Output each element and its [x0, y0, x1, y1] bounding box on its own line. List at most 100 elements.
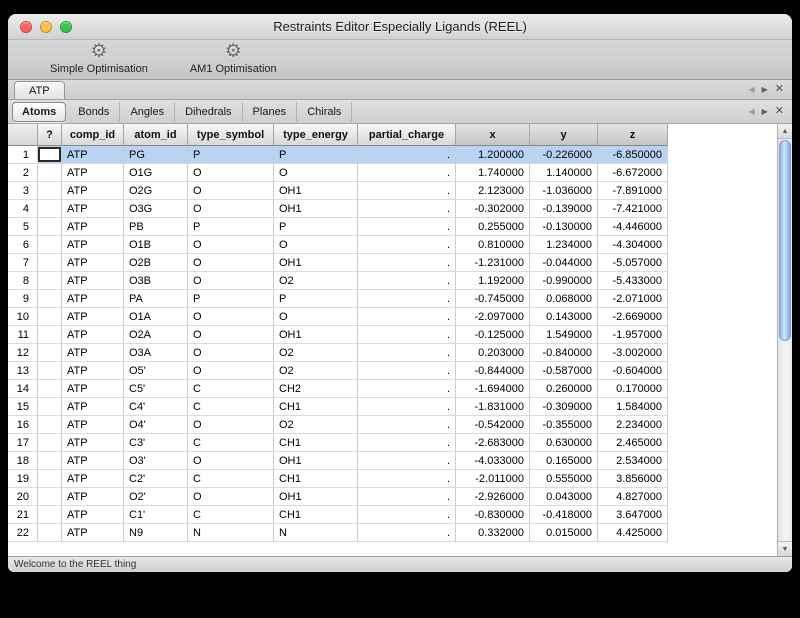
cell-q[interactable] [38, 290, 62, 308]
cell-atom_id[interactable]: C5' [124, 380, 188, 398]
col-header-z[interactable]: z [598, 124, 668, 146]
tab-scroll-right-icon[interactable]: ▶ [762, 107, 768, 116]
close-window-button[interactable] [20, 21, 32, 33]
cell-z[interactable]: 4.425000 [598, 524, 668, 542]
cell-z[interactable]: -2.669000 [598, 308, 668, 326]
cell-q[interactable] [38, 200, 62, 218]
cell-partial_charge[interactable]: . [358, 308, 456, 326]
cell-x[interactable]: -1.831000 [456, 398, 530, 416]
cell-z[interactable]: -7.891000 [598, 182, 668, 200]
scroll-up-button[interactable]: ▲ [778, 124, 792, 139]
cell-z[interactable]: -4.446000 [598, 218, 668, 236]
tab-scroll-left-icon[interactable]: ◀ [748, 107, 754, 116]
cell-z[interactable]: -0.604000 [598, 362, 668, 380]
cell-z[interactable]: -5.057000 [598, 254, 668, 272]
cell-y[interactable]: 0.068000 [530, 290, 598, 308]
cell-x[interactable]: -0.844000 [456, 362, 530, 380]
cell-type_energy[interactable]: O [274, 308, 358, 326]
cell-x[interactable]: -1.694000 [456, 380, 530, 398]
cell-comp_id[interactable]: ATP [62, 380, 124, 398]
cell-atom_id[interactable]: O2B [124, 254, 188, 272]
cell-partial_charge[interactable]: . [358, 470, 456, 488]
cell-z[interactable]: -4.304000 [598, 236, 668, 254]
cell-y[interactable]: -0.355000 [530, 416, 598, 434]
cell-editor[interactable] [38, 147, 61, 162]
cell-partial_charge[interactable]: . [358, 524, 456, 542]
scrollbar-track[interactable] [778, 139, 792, 541]
cell-q[interactable] [38, 236, 62, 254]
cell-y[interactable]: -0.226000 [530, 146, 598, 164]
cell-z[interactable]: 4.827000 [598, 488, 668, 506]
cell-comp_id[interactable]: ATP [62, 236, 124, 254]
cell-x[interactable]: 1.740000 [456, 164, 530, 182]
cell-y[interactable]: -0.130000 [530, 218, 598, 236]
cell-atom_id[interactable]: C3' [124, 434, 188, 452]
cell-z[interactable]: 2.465000 [598, 434, 668, 452]
cell-type_symbol[interactable]: C [188, 434, 274, 452]
cell-comp_id[interactable]: ATP [62, 470, 124, 488]
col-header-type_energy[interactable]: type_energy [274, 124, 358, 146]
cell-x[interactable]: 0.810000 [456, 236, 530, 254]
cell-comp_id[interactable]: ATP [62, 506, 124, 524]
cell-atom_id[interactable]: O4' [124, 416, 188, 434]
cell-comp_id[interactable]: ATP [62, 218, 124, 236]
cell-type_symbol[interactable]: O [188, 416, 274, 434]
cell-partial_charge[interactable]: . [358, 434, 456, 452]
cell-z[interactable]: -7.421000 [598, 200, 668, 218]
cell-y[interactable]: -0.418000 [530, 506, 598, 524]
cell-partial_charge[interactable]: . [358, 326, 456, 344]
tab-angles[interactable]: Angles [120, 102, 175, 122]
tab-atp[interactable]: ATP [14, 81, 65, 99]
cell-y[interactable]: 0.043000 [530, 488, 598, 506]
cell-comp_id[interactable]: ATP [62, 416, 124, 434]
cell-atom_id[interactable]: O2' [124, 488, 188, 506]
cell-atom_id[interactable]: O1A [124, 308, 188, 326]
cell-y[interactable]: 0.015000 [530, 524, 598, 542]
cell-atom_id[interactable]: O2A [124, 326, 188, 344]
cell-z[interactable]: 0.170000 [598, 380, 668, 398]
cell-atom_id[interactable]: C2' [124, 470, 188, 488]
cell-type_energy[interactable]: O2 [274, 416, 358, 434]
cell-q[interactable] [38, 218, 62, 236]
cell-comp_id[interactable]: ATP [62, 164, 124, 182]
cell-atom_id[interactable]: O1G [124, 164, 188, 182]
cell-q[interactable] [38, 362, 62, 380]
cell-atom_id[interactable]: PB [124, 218, 188, 236]
cell-x[interactable]: 0.332000 [456, 524, 530, 542]
tab-close-icon[interactable]: ✕ [775, 106, 784, 117]
cell-x[interactable]: 1.200000 [456, 146, 530, 164]
cell-q[interactable] [38, 506, 62, 524]
cell-partial_charge[interactable]: . [358, 416, 456, 434]
cell-q[interactable] [38, 380, 62, 398]
cell-comp_id[interactable]: ATP [62, 452, 124, 470]
cell-x[interactable]: -0.830000 [456, 506, 530, 524]
cell-type_energy[interactable]: OH1 [274, 200, 358, 218]
cell-y[interactable]: -0.587000 [530, 362, 598, 380]
cell-comp_id[interactable]: ATP [62, 272, 124, 290]
col-header-atom_id[interactable]: atom_id [124, 124, 188, 146]
cell-type_symbol[interactable]: P [188, 218, 274, 236]
cell-z[interactable]: -2.071000 [598, 290, 668, 308]
col-header-type_symbol[interactable]: type_symbol [188, 124, 274, 146]
cell-x[interactable]: -0.302000 [456, 200, 530, 218]
cell-type_symbol[interactable]: O [188, 254, 274, 272]
cell-partial_charge[interactable]: . [358, 398, 456, 416]
cell-comp_id[interactable]: ATP [62, 362, 124, 380]
cell-type_energy[interactable]: OH1 [274, 452, 358, 470]
cell-type_symbol[interactable]: O [188, 326, 274, 344]
cell-z[interactable]: 1.584000 [598, 398, 668, 416]
cell-type_energy[interactable]: P [274, 218, 358, 236]
simple-optimisation-button[interactable]: ⚙ Simple Optimisation [44, 41, 154, 76]
cell-y[interactable]: 0.630000 [530, 434, 598, 452]
col-header-q[interactable]: ? [38, 124, 62, 146]
col-header-comp_id[interactable]: comp_id [62, 124, 124, 146]
cell-z[interactable]: 3.647000 [598, 506, 668, 524]
cell-type_symbol[interactable]: C [188, 398, 274, 416]
cell-q[interactable] [38, 164, 62, 182]
cell-type_symbol[interactable]: N [188, 524, 274, 542]
cell-comp_id[interactable]: ATP [62, 488, 124, 506]
cell-type_symbol[interactable]: O [188, 362, 274, 380]
cell-type_energy[interactable]: CH1 [274, 470, 358, 488]
cell-atom_id[interactable]: C1' [124, 506, 188, 524]
cell-type_symbol[interactable]: O [188, 344, 274, 362]
